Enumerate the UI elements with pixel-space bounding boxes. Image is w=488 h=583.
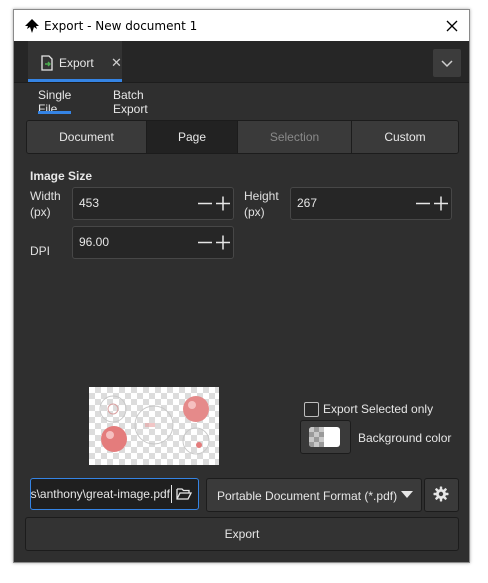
background-color-swatch [309,427,340,447]
export-button[interactable]: Export [25,517,459,551]
folder-open-icon[interactable] [176,486,192,502]
chevron-down-icon [441,60,453,68]
area-custom-button[interactable]: Custom [352,121,458,153]
area-selection-button: Selection [238,121,352,153]
close-window-icon[interactable] [442,16,462,36]
gear-icon [433,486,449,502]
height-label: Height (px) [244,189,279,219]
minus-icon[interactable] [415,188,431,219]
width-value[interactable]: 453 [79,196,99,210]
plus-icon[interactable] [215,227,231,258]
file-format-value: Portable Document Format (*.pdf) [217,489,398,503]
export-document-icon [41,55,53,71]
image-size-heading: Image Size [30,169,93,183]
minus-icon[interactable] [197,188,213,219]
dialog-content: Export ✕ Single File Batch Export Docume… [14,41,469,562]
height-spinbox[interactable]: 267 [290,187,452,220]
background-color-button[interactable] [300,420,351,454]
area-page-button[interactable]: Page [147,121,238,153]
text-cursor [171,485,172,503]
export-settings-button[interactable] [424,478,459,512]
background-color-label: Background color [358,431,452,445]
export-selected-only-checkbox[interactable] [304,402,319,417]
height-value[interactable]: 267 [297,196,317,210]
dpi-spinbox[interactable]: 96.00 [72,226,234,259]
window-title: Export - New document 1 [44,19,198,33]
area-document-button[interactable]: Document [27,121,147,153]
export-dialog-window: Export - New document 1 Export ✕ Single … [13,9,470,563]
dock-tab-bar: Export ✕ [14,41,469,83]
dpi-label: DPI [30,244,51,258]
inkscape-app-icon [25,19,39,33]
preview-drawing [99,395,210,455]
dock-menu-button[interactable] [432,48,462,78]
title-bar: Export - New document 1 [14,10,469,41]
export-selected-only-label[interactable]: Export Selected only [323,402,433,416]
dpi-value[interactable]: 96.00 [79,235,109,249]
tab-single-file[interactable]: Single File [38,88,72,116]
minus-icon[interactable] [197,227,213,258]
filename-value[interactable]: C:\Users\anthony\great-image.pdf [31,487,170,501]
dropdown-arrow-icon [401,491,413,498]
close-tab-icon[interactable]: ✕ [111,55,122,71]
width-label: Width (px) [30,189,61,219]
export-area-selector: Document Page Selection Custom [26,120,459,154]
plus-icon[interactable] [215,188,231,219]
export-preview-image [89,387,219,465]
tab-export[interactable]: Export ✕ [28,41,122,82]
width-spinbox[interactable]: 453 [72,187,234,220]
filename-input[interactable]: C:\Users\anthony\great-image.pdf [30,478,199,510]
tab-batch-export[interactable]: Batch Export [113,88,148,116]
file-format-dropdown[interactable]: Portable Document Format (*.pdf) [206,478,422,512]
tab-export-label: Export [59,56,94,70]
plus-icon[interactable] [433,188,449,219]
active-tab-indicator [28,79,122,82]
